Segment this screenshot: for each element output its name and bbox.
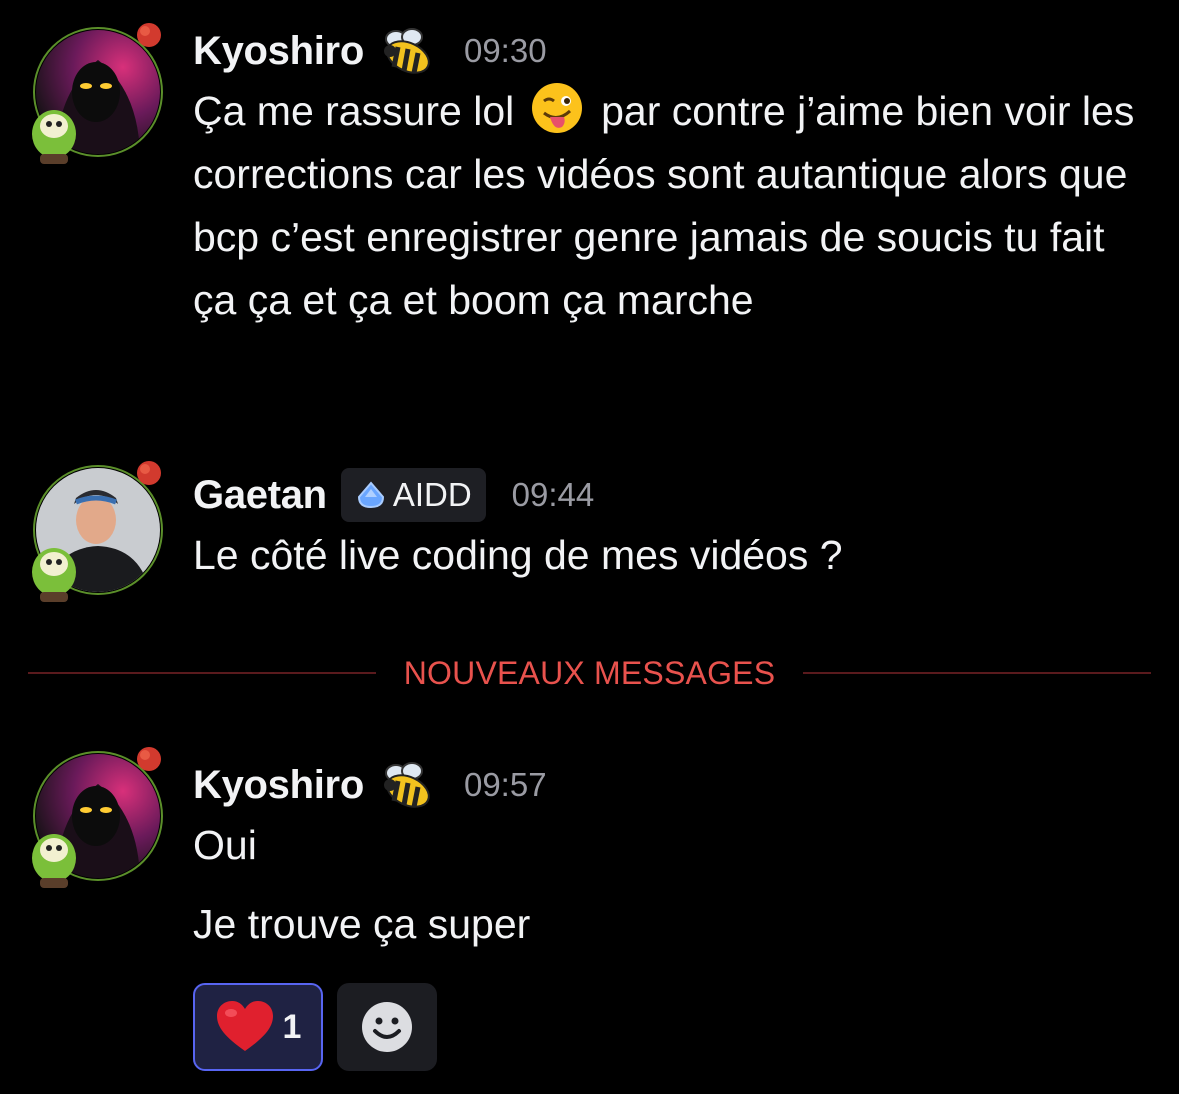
- message-header: Kyoshiro 09:57: [193, 758, 1159, 812]
- message-content: Gaetan AIDD 09:44 Le côté live coding de…: [193, 468, 1159, 587]
- avatar-kyoshiro[interactable]: [24, 20, 174, 170]
- avatar-kyoshiro[interactable]: [24, 744, 174, 894]
- cactus-icon: [32, 110, 76, 164]
- cactus-icon: [32, 548, 76, 602]
- reactions-bar: 1: [193, 983, 437, 1071]
- timestamp: 09:44: [511, 476, 595, 513]
- message-text: Ça me rassure lol par contre j’aime bien…: [193, 80, 1159, 332]
- new-messages-divider: NOUVEAUX MESSAGES: [28, 650, 1151, 696]
- timestamp: 09:57: [463, 766, 547, 803]
- drop-icon: [357, 481, 384, 509]
- divider-line-right: [803, 672, 1151, 674]
- divider-line-left: [28, 672, 376, 674]
- bee-icon: [383, 762, 430, 808]
- message-text: Oui: [193, 822, 257, 868]
- message-header: Kyoshiro 09:30: [193, 24, 1159, 78]
- message-content: Kyoshiro 09:30 Ça me rassure lol par con…: [193, 24, 1159, 332]
- message-text-part-1: Ça me rassure lol: [193, 88, 515, 134]
- bee-icon: [383, 28, 430, 74]
- role-badge[interactable]: AIDD: [340, 468, 486, 522]
- reaction-heart[interactable]: 1: [193, 983, 323, 1071]
- username[interactable]: Kyoshiro: [193, 29, 364, 74]
- message-text: Le côté live coding de mes vidéos ?: [193, 532, 843, 578]
- new-messages-label: NOUVEAUX MESSAGES: [403, 654, 776, 691]
- username[interactable]: Kyoshiro: [193, 763, 364, 808]
- cactus-icon: [32, 834, 76, 888]
- avatar-gaetan[interactable]: [24, 458, 174, 608]
- winking-tongue-emoji-icon: [531, 83, 582, 133]
- flower-icon: [137, 747, 161, 771]
- smiley-icon: [362, 1002, 412, 1052]
- reaction-count: 1: [282, 1007, 302, 1046]
- flower-icon: [137, 461, 161, 485]
- flower-icon: [137, 23, 161, 47]
- timestamp: 09:30: [463, 32, 547, 69]
- username[interactable]: Gaetan: [193, 473, 327, 518]
- message-header: Gaetan AIDD 09:44: [193, 468, 1159, 522]
- add-reaction-button[interactable]: [337, 983, 437, 1071]
- role-name: AIDD: [392, 476, 472, 513]
- message-text: Je trouve ça super: [193, 901, 531, 947]
- heart-icon: [216, 1001, 273, 1051]
- message-content: Kyoshiro 09:57 Oui Je trouve ça super: [193, 758, 1159, 956]
